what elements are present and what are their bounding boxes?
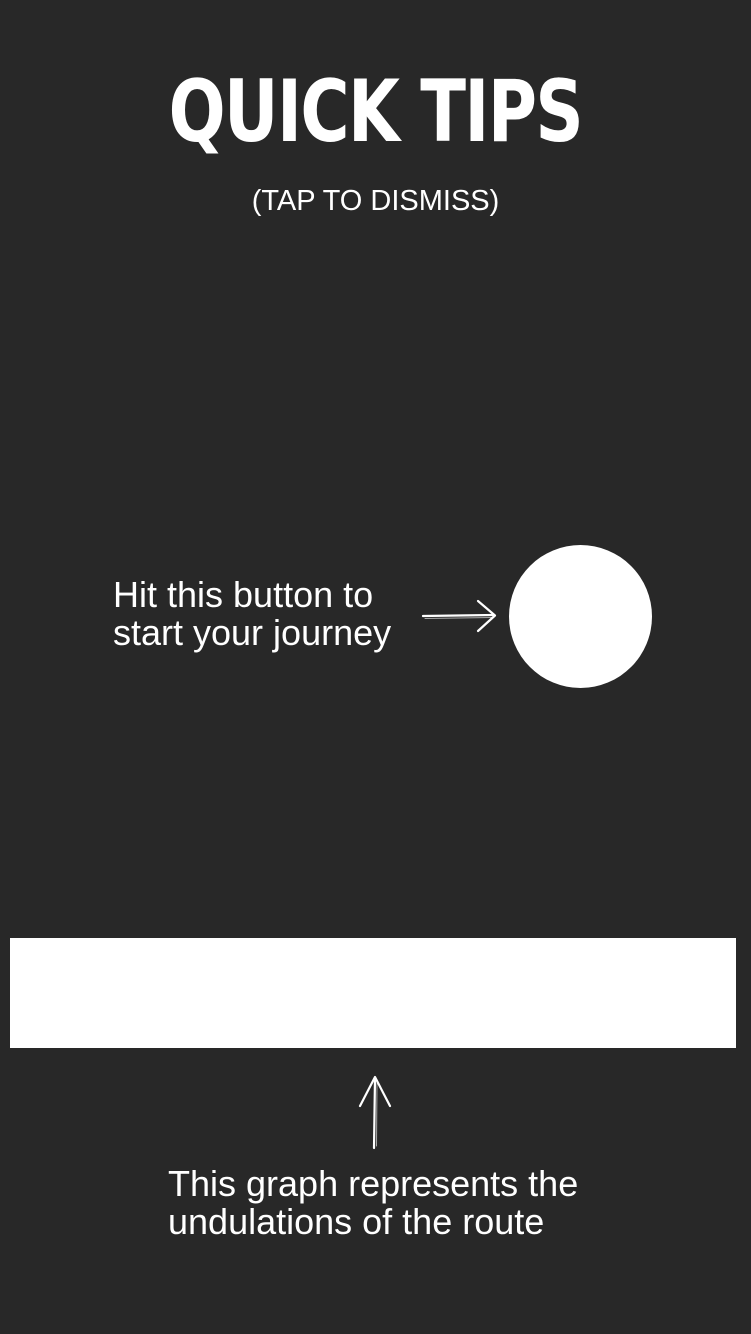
page-title: QUICK TIPS <box>168 62 584 162</box>
arrow-up-icon <box>358 1075 392 1150</box>
start-button-tip-line-2: start your journey <box>113 612 392 653</box>
start-button-tip-line-1: Hit this button to <box>113 574 374 615</box>
dismiss-hint: (TAP TO DISMISS) <box>251 185 500 217</box>
graph-tip-line-1: This graph represents the <box>168 1163 579 1204</box>
arrow-right-icon <box>421 599 497 633</box>
start-journey-button[interactable] <box>509 545 652 688</box>
graph-tip-line-2: undulations of the route <box>168 1201 545 1242</box>
quick-tips-overlay[interactable]: QUICK TIPS (TAP TO DISMISS) Hit this but… <box>0 0 751 1334</box>
start-button-tip: Hit this button to start your journey <box>113 576 391 652</box>
elevation-graph <box>10 938 736 1048</box>
graph-tip: This graph represents the undulations of… <box>168 1165 578 1241</box>
